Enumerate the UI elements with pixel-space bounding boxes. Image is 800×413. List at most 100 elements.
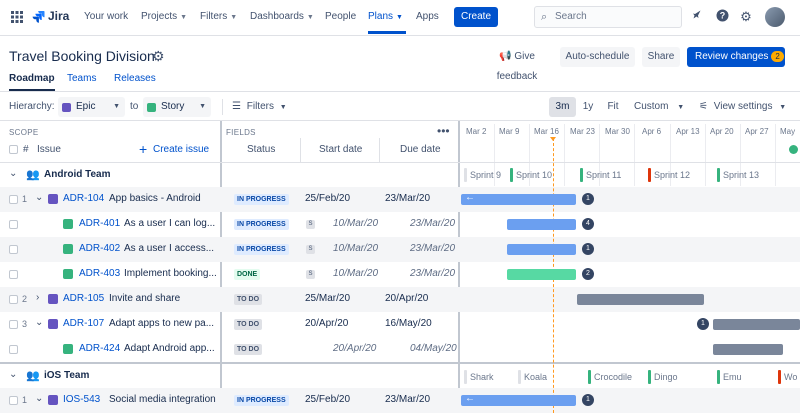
issue-summary[interactable]: Adapt Android app... (124, 343, 218, 354)
timeline-bar-adr-107[interactable] (713, 319, 800, 330)
timeline-bar-adr-424[interactable] (713, 344, 783, 355)
view-settings-button[interactable]: ⚟ View settings ▼ (699, 97, 797, 117)
hierarchy-from-select[interactable]: Epic ▼ (58, 97, 125, 117)
team-row-ios[interactable]: ⌄ 👥 iOS Team (0, 364, 458, 389)
due-date[interactable]: 23/Mar/20 (385, 193, 430, 204)
give-feedback-button[interactable]: 📢 Give feedback (478, 47, 556, 82)
issue-summary[interactable]: As a user I access... (124, 243, 218, 254)
status-badge[interactable]: IN PROGRESS (234, 194, 289, 205)
start-date[interactable]: 25/Feb/20 (305, 193, 350, 204)
status-badge[interactable]: TO DO (234, 344, 263, 355)
issue-summary[interactable]: Implement booking... (124, 268, 218, 279)
tab-roadmap[interactable]: Roadmap (9, 73, 55, 91)
dependency-count[interactable]: 4 (582, 218, 594, 230)
zoom-fit-button[interactable]: Fit (601, 97, 625, 117)
due-date[interactable]: 23/Mar/20 (410, 268, 455, 279)
issue-summary[interactable]: Invite and share (109, 293, 217, 304)
issue-key[interactable]: ADR-104 (63, 193, 104, 204)
timeline-bar-adr-403[interactable] (507, 269, 576, 280)
nav-plans[interactable]: Plans ▼ (368, 0, 406, 34)
due-date[interactable]: 23/Mar/20 (410, 218, 455, 229)
create-button[interactable]: Create (454, 7, 498, 27)
row-checkbox[interactable] (9, 396, 18, 405)
table-row[interactable]: ADR-402 As a user I access... IN PROGRES… (0, 237, 800, 262)
row-checkbox[interactable] (9, 245, 18, 254)
notifications-icon[interactable] (689, 9, 705, 25)
row-checkbox[interactable] (9, 320, 18, 329)
zoom-custom-select[interactable]: Custom ▼ (630, 97, 690, 117)
table-row[interactable]: 1 ⌄ ADR-104 App basics - Android IN PROG… (0, 187, 800, 212)
issue-summary[interactable]: As a user I can log... (124, 218, 218, 229)
tab-teams[interactable]: Teams (67, 73, 96, 91)
timeline-bar-ios-543[interactable]: ← (461, 393, 576, 406)
app-switcher-icon[interactable] (10, 10, 24, 24)
chevron-down-icon[interactable]: ⌄ (35, 317, 43, 328)
status-badge[interactable]: IN PROGRESS (234, 219, 289, 230)
start-date[interactable]: 10/Mar/20 (333, 268, 378, 279)
dependency-count[interactable]: 1 (697, 318, 709, 330)
status-badge[interactable]: DONE (234, 269, 261, 280)
plan-settings-gear-icon[interactable]: ⚙ (152, 48, 165, 65)
start-date[interactable]: 20/Apr/20 (333, 343, 376, 354)
issue-summary[interactable]: Social media integration (109, 394, 217, 405)
timeline-bar-adr-104[interactable]: ← (461, 192, 576, 205)
table-row[interactable]: ADR-403 Implement booking... DONE S 10/M… (0, 262, 800, 287)
issue-key[interactable]: ADR-424 (79, 343, 120, 354)
timeline-bar-adr-401[interactable] (507, 219, 576, 230)
team-row-android[interactable]: ⌄ 👥 Android Team (0, 163, 458, 188)
dependency-count[interactable]: 2 (582, 268, 594, 280)
table-row[interactable]: 3 ⌄ ADR-107 Adapt apps to new pa... TO D… (0, 312, 800, 337)
nav-dashboards[interactable]: Dashboards ▼ (250, 0, 314, 34)
due-date[interactable]: 23/Mar/20 (410, 243, 455, 254)
share-button[interactable]: Share (642, 47, 680, 67)
issue-key[interactable]: ADR-403 (79, 268, 120, 279)
dependency-count[interactable]: 1 (582, 193, 594, 205)
zoom-3m-button[interactable]: 3m (549, 97, 576, 117)
timeline-bar-adr-105[interactable] (577, 294, 704, 305)
row-checkbox[interactable] (9, 345, 18, 354)
settings-gear-icon[interactable]: ⚙ (738, 9, 754, 25)
nav-projects[interactable]: Projects ▼ (141, 0, 187, 34)
status-badge[interactable]: IN PROGRESS (234, 244, 289, 255)
issue-key[interactable]: ADR-402 (79, 243, 120, 254)
dependency-count[interactable]: 1 (582, 243, 594, 255)
chevron-down-icon[interactable]: ⌄ (35, 393, 43, 404)
issue-summary[interactable]: App basics - Android (109, 193, 217, 204)
due-date[interactable]: 04/May/20 (410, 343, 457, 354)
chevron-down-icon[interactable]: ⌄ (9, 168, 17, 179)
table-row[interactable]: ADR-424 Adapt Android app... TO DO 20/Ap… (0, 337, 800, 362)
start-date[interactable]: 10/Mar/20 (333, 243, 378, 254)
search-input[interactable]: ⌕ Search (534, 6, 682, 28)
auto-schedule-button[interactable]: Auto-schedule (560, 47, 635, 67)
table-row[interactable]: 1 ⌄ IOS-543 Social media integration IN … (0, 388, 800, 413)
chevron-down-icon[interactable]: ⌄ (35, 192, 43, 203)
nav-your-work[interactable]: Your work (84, 0, 128, 34)
start-date[interactable]: 10/Mar/20 (333, 218, 378, 229)
zoom-1y-button[interactable]: 1y (578, 97, 598, 117)
status-badge[interactable]: IN PROGRESS (234, 395, 289, 406)
due-date[interactable]: 16/May/20 (385, 318, 432, 329)
start-date[interactable]: 25/Mar/20 (305, 293, 350, 304)
row-checkbox[interactable] (9, 295, 18, 304)
release-marker-icon[interactable] (789, 145, 798, 154)
row-checkbox[interactable] (9, 270, 18, 279)
tab-releases[interactable]: Releases (114, 73, 156, 91)
due-date[interactable]: 23/Mar/20 (385, 394, 430, 405)
dependency-count[interactable]: 1 (582, 394, 594, 406)
issue-summary[interactable]: Adapt apps to new pa... (109, 318, 217, 329)
issue-key[interactable]: ADR-401 (79, 218, 120, 229)
nav-filters[interactable]: Filters ▼ (200, 0, 237, 34)
status-badge[interactable]: TO DO (234, 319, 263, 330)
more-options-icon[interactable]: ••• (437, 124, 450, 138)
chevron-right-icon[interactable]: › (36, 292, 39, 303)
issue-key[interactable]: ADR-105 (63, 293, 104, 304)
table-row[interactable]: ADR-401 As a user I can log... IN PROGRE… (0, 212, 800, 237)
issue-key[interactable]: IOS-543 (63, 394, 100, 405)
select-all-checkbox[interactable] (9, 145, 18, 154)
row-checkbox[interactable] (9, 195, 18, 204)
help-icon[interactable]: ? (714, 9, 730, 25)
user-avatar[interactable] (765, 7, 785, 27)
status-badge[interactable]: TO DO (234, 294, 263, 305)
filters-button[interactable]: ☰ Filters ▼ (232, 97, 294, 117)
issue-key[interactable]: ADR-107 (63, 318, 104, 329)
